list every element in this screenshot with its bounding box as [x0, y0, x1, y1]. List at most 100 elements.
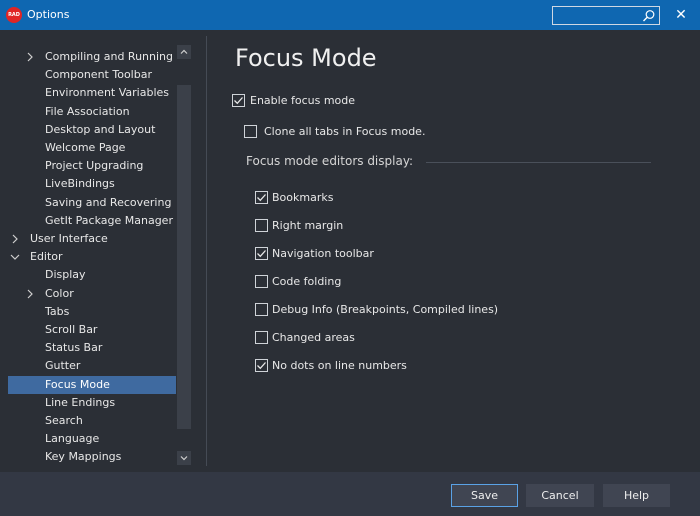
tree-item-label: Environment Variables	[45, 86, 170, 100]
cancel-button[interactable]: Cancel	[526, 484, 594, 507]
tree-item[interactable]: User Interface	[8, 230, 176, 248]
enable-focus-mode-checkbox[interactable]	[232, 93, 245, 107]
tree-item[interactable]: Color	[8, 285, 176, 303]
display-option-checkbox[interactable]	[255, 302, 268, 316]
tree-item-label: Desktop and Layout	[45, 122, 156, 136]
tree-item-label: GetIt Package Manager	[45, 213, 173, 227]
checkmark-icon	[257, 193, 266, 201]
display-option-label: Bookmarks	[272, 190, 334, 204]
tree-item[interactable]: GetIt Package Manager	[8, 212, 176, 230]
panel-divider	[206, 36, 207, 466]
display-option-row[interactable]: Bookmarks	[255, 189, 333, 205]
display-option-checkbox[interactable]	[255, 358, 268, 372]
tree-item-label: Welcome Page	[45, 141, 126, 154]
title-bar: RAD Options ✕	[0, 0, 700, 30]
tree-item-label: Compiling and Running	[45, 50, 173, 63]
tree-item[interactable]: Line Endings	[8, 394, 176, 412]
display-option-row[interactable]: No dots on line numbers	[255, 357, 407, 373]
tree-item-label: Focus Mode	[45, 377, 110, 391]
enable-focus-mode-label: Enable focus mode	[250, 93, 356, 107]
page-title: Focus Mode	[235, 44, 377, 72]
display-option-checkbox[interactable]	[255, 330, 268, 344]
display-option-checkbox[interactable]	[255, 190, 268, 204]
display-option-label: Right margin	[272, 218, 344, 232]
scroll-up-button[interactable]	[177, 45, 191, 59]
tree-item[interactable]: Compiling and Running	[8, 48, 176, 66]
save-button[interactable]: Save	[451, 484, 518, 507]
display-option-label: No dots on line numbers	[272, 358, 407, 372]
tree-item-label: Tabs	[45, 304, 70, 318]
chevron-right-icon[interactable]	[25, 48, 35, 66]
tree-item[interactable]: Key Mappings	[8, 448, 176, 466]
display-option-label: Debug Info (Breakpoints, Compiled lines)	[272, 302, 499, 316]
display-option-label: Changed areas	[272, 330, 355, 344]
tree-item-label: User Interface	[30, 232, 108, 245]
group-separator	[426, 162, 651, 163]
app-logo-icon: RAD	[6, 7, 22, 23]
options-tree[interactable]: Compiling and Running Component Toolbar En…	[8, 42, 176, 466]
tree-item[interactable]: Component Toolbar	[8, 66, 176, 84]
tree-item-label: Language	[45, 432, 100, 446]
help-button[interactable]: Help	[603, 484, 670, 507]
tree-item-label: Key Mappings	[45, 450, 122, 464]
tree-item-label: Project Upgrading	[45, 159, 144, 173]
editors-display-group-label: Focus mode editors display:	[246, 154, 414, 168]
chevron-up-icon	[180, 49, 188, 54]
display-option-row[interactable]: Navigation toolbar	[255, 245, 374, 261]
display-option-row[interactable]: Right margin	[255, 217, 343, 233]
enable-focus-mode-checkbox-row[interactable]: Enable focus mode	[232, 92, 355, 108]
dialog-footer	[0, 472, 700, 516]
tree-item-label: Component Toolbar	[45, 68, 152, 82]
tree-item-label: Gutter	[45, 359, 81, 373]
scroll-thumb[interactable]	[177, 85, 191, 429]
display-option-row[interactable]: Debug Info (Breakpoints, Compiled lines)	[255, 301, 498, 317]
display-option-label: Code folding	[272, 274, 342, 288]
tree-item[interactable]: LiveBindings	[8, 175, 176, 193]
display-option-checkbox[interactable]	[255, 246, 268, 260]
checkmark-icon	[257, 249, 266, 257]
chevron-down-icon[interactable]	[10, 248, 20, 266]
checkmark-icon	[257, 361, 266, 369]
tree-item[interactable]: Search	[8, 412, 176, 430]
tree-item[interactable]: Saving and Recovering	[8, 194, 176, 212]
close-button[interactable]: ✕	[666, 5, 696, 25]
tree-item[interactable]: Focus Mode	[8, 375, 176, 394]
tree-item-label: Editor	[30, 250, 63, 264]
tree-item-label: Search	[45, 414, 83, 427]
tree-item[interactable]: File Association	[8, 103, 176, 121]
display-option-checkbox[interactable]	[255, 274, 268, 288]
tree-item-label: Status Bar	[45, 341, 103, 355]
tree-item-label: LiveBindings	[45, 177, 115, 191]
clone-tabs-checkbox[interactable]	[244, 124, 257, 138]
display-option-checkbox[interactable]	[255, 218, 268, 232]
display-option-row[interactable]: Changed areas	[255, 329, 355, 345]
window-title: Options	[27, 8, 70, 21]
tree-item[interactable]: Gutter	[8, 357, 176, 375]
tree-item[interactable]: Tabs	[8, 303, 176, 321]
tree-item-label: Saving and Recovering	[45, 195, 172, 209]
chevron-right-icon[interactable]	[10, 230, 20, 248]
tree-item[interactable]: Project Upgrading	[8, 157, 176, 175]
display-option-row[interactable]: Code folding	[255, 273, 341, 289]
tree-item[interactable]: Display	[8, 266, 176, 284]
tree-item[interactable]: Status Bar	[8, 339, 176, 357]
display-option-label: Navigation toolbar	[272, 246, 374, 260]
tree-item[interactable]: Welcome Page	[8, 139, 176, 157]
chevron-right-icon[interactable]	[25, 285, 35, 303]
clone-tabs-checkbox-row[interactable]: Clone all tabs in Focus mode.	[244, 123, 425, 139]
clone-tabs-label: Clone all tabs in Focus mode.	[264, 124, 426, 138]
tree-item[interactable]: Editor	[8, 248, 176, 266]
checkmark-icon	[234, 96, 243, 104]
tree-item[interactable]: Language	[8, 430, 176, 448]
search-icon[interactable]	[642, 9, 656, 23]
tree-item-label: Scroll Bar	[45, 323, 98, 336]
scroll-down-button[interactable]	[177, 451, 191, 465]
tree-item-label: Color	[45, 286, 74, 300]
search-input[interactable]	[552, 6, 660, 25]
tree-scrollbar[interactable]	[176, 42, 192, 466]
tree-item-label: Display	[45, 268, 86, 282]
tree-item[interactable]: Desktop and Layout	[8, 121, 176, 139]
tree-item[interactable]: Scroll Bar	[8, 321, 176, 339]
chevron-down-icon	[180, 456, 188, 461]
tree-item[interactable]: Environment Variables	[8, 84, 176, 102]
